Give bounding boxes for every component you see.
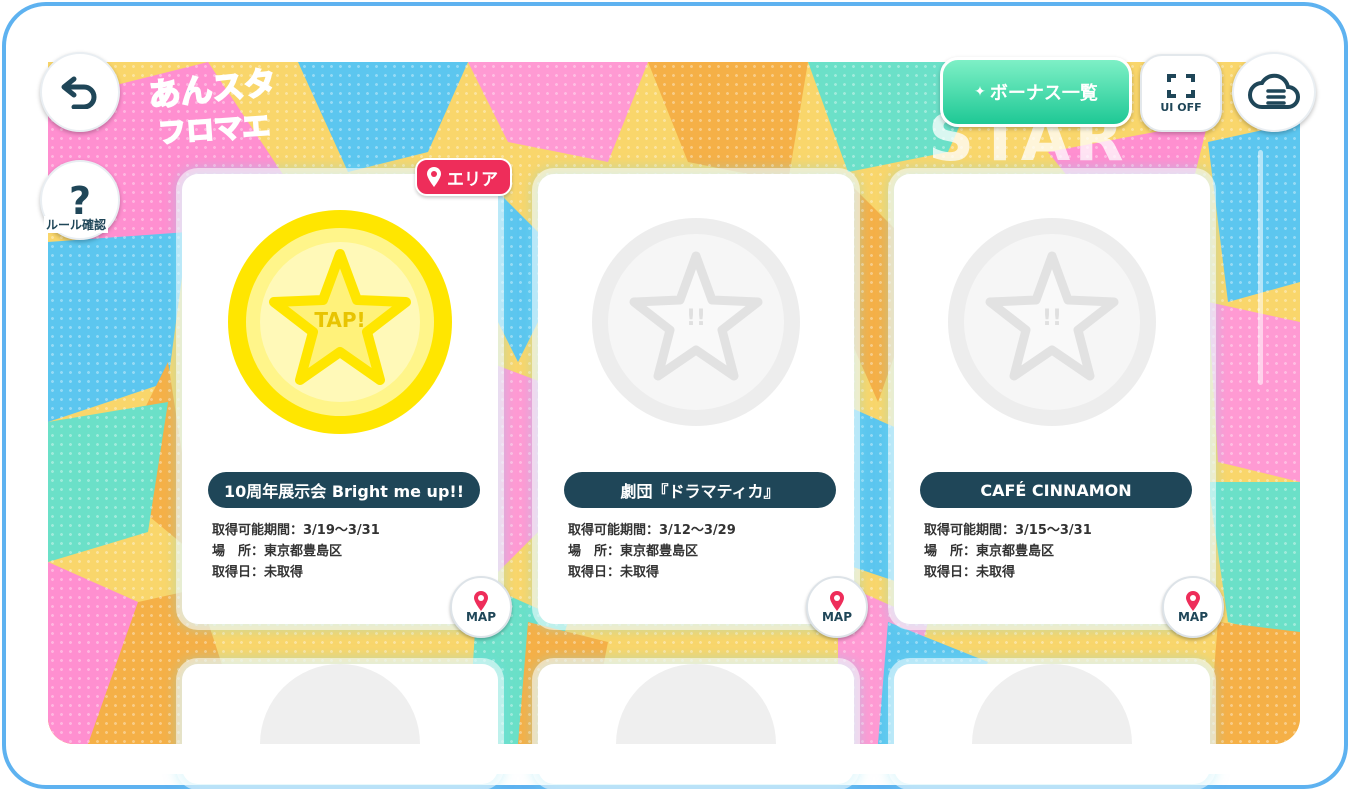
medal-text: TAP!	[314, 308, 366, 332]
stamp-medal-locked	[260, 664, 420, 744]
period-text: 取得可能期間：3/15〜3/31	[924, 523, 1092, 538]
ui-off-button[interactable]: UI OFF	[1140, 54, 1222, 132]
area-badge: エリア	[415, 158, 512, 196]
card-info: 取得可能期間：3/12〜3/29 場 所：東京都豊島区 取得日：未取得	[568, 520, 736, 583]
question-icon: ?	[68, 179, 92, 223]
cloud-menu-icon	[1248, 73, 1300, 109]
stamp-medal-active[interactable]: TAP!	[224, 206, 456, 442]
period-text: 取得可能期間：3/12〜3/29	[568, 523, 736, 538]
card-info: 取得可能期間：3/15〜3/31 場 所：東京都豊島区 取得日：未取得	[924, 520, 1092, 583]
back-arrow-icon	[61, 76, 97, 109]
map-pin-icon	[474, 591, 488, 611]
bonus-list-button[interactable]: ✦ ボーナス一覧	[940, 57, 1132, 127]
stamp-medal-locked[interactable]: !!	[942, 212, 1162, 436]
place-text: 場 所：東京都豊島区	[212, 544, 343, 559]
map-label: MAP	[1177, 610, 1209, 624]
map-pin-icon	[1186, 591, 1200, 611]
back-button[interactable]	[40, 52, 120, 132]
place-text: 場 所：東京都豊島区	[924, 544, 1055, 559]
bonus-list-label: ボーナス一覧	[989, 83, 1098, 104]
spot-card-3[interactable]: !! CAFÉ CINNAMON 取得可能期間：3/15〜3/31 場 所：東京…	[894, 174, 1224, 638]
medal-text: !!	[685, 306, 707, 331]
period-text: 取得可能期間：3/19〜3/31	[212, 523, 380, 538]
spot-card-1[interactable]: エリア TAP! 10周年展示会 Bright me up!! 取得可能期間：3…	[182, 158, 512, 638]
card-title: 劇団『ドラマティカ』	[564, 472, 836, 508]
place-text: 場 所：東京都豊島区	[568, 544, 699, 559]
card-title: 10周年展示会 Bright me up!!	[208, 472, 480, 508]
spot-card-2[interactable]: !! 劇団『ドラマティカ』 取得可能期間：3/12〜3/29 場 所：東京都豊島…	[538, 174, 868, 638]
map-button[interactable]: MAP	[450, 576, 512, 638]
stamp-medal-locked	[972, 664, 1132, 744]
map-label: MAP	[465, 610, 497, 624]
event-logo: あんスタ フロマエ	[118, 46, 318, 158]
acquired-text: 取得日：未取得	[924, 565, 1016, 580]
card-info: 取得可能期間：3/19〜3/31 場 所：東京都豊島区 取得日：未取得	[212, 520, 380, 583]
logo-text-line2: フロマエ	[156, 108, 272, 151]
area-badge-label: エリア	[447, 169, 498, 190]
map-pin-icon	[830, 591, 844, 611]
medal-text: !!	[1041, 306, 1063, 331]
rules-label: ルール確認	[44, 216, 109, 233]
scroll-rail[interactable]	[1258, 150, 1263, 385]
fullscreen-icon	[1167, 73, 1195, 98]
map-label: MAP	[821, 610, 853, 624]
screen-bottom-mask	[40, 744, 1310, 774]
cloud-menu-button[interactable]	[1232, 52, 1316, 132]
map-button[interactable]: MAP	[1162, 576, 1224, 638]
stamp-medal-locked[interactable]: !!	[586, 212, 806, 436]
ui-off-label: UI OFF	[1160, 100, 1202, 114]
acquired-text: 取得日：未取得	[212, 565, 304, 580]
acquired-text: 取得日：未取得	[568, 565, 660, 580]
stamp-medal-locked	[616, 664, 776, 744]
card-title: CAFÉ CINNAMON	[920, 472, 1192, 508]
sparkle-icon: ✦	[974, 84, 986, 100]
map-pin-icon	[427, 167, 441, 187]
map-button[interactable]: MAP	[806, 576, 868, 638]
